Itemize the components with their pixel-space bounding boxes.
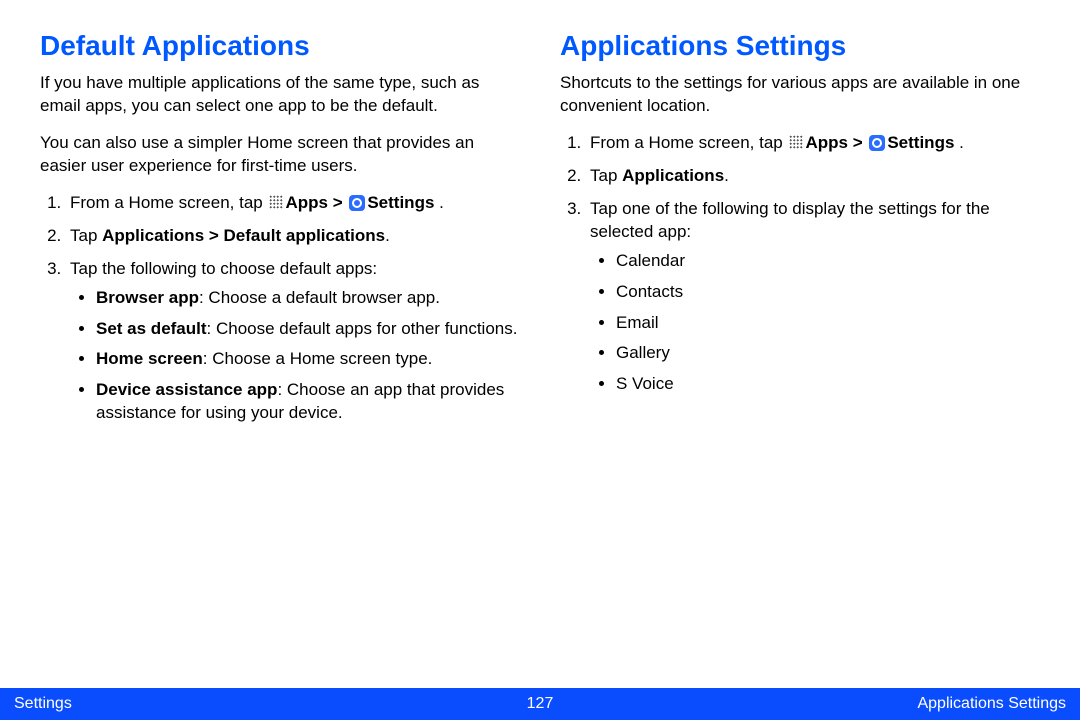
settings-gear-icon xyxy=(349,195,365,211)
paragraph: If you have multiple applications of the… xyxy=(40,72,520,118)
apps-grid-icon xyxy=(269,195,283,209)
step-item: Tap Applications > Default applications. xyxy=(66,225,520,248)
footer-right: Applications Settings xyxy=(917,695,1066,713)
step-item: Tap one of the following to display the … xyxy=(586,198,1040,397)
steps-list: From a Home screen, tap Apps > Settings … xyxy=(40,192,520,426)
list-item: Device assistance app: Choose an app tha… xyxy=(96,379,520,425)
list-item: Set as default: Choose default apps for … xyxy=(96,318,520,341)
page-body: Default Applications If you have multipl… xyxy=(0,0,1080,670)
list-item: S Voice xyxy=(616,373,1040,396)
bullet-list: Calendar Contacts Email Gallery S Voice xyxy=(590,250,1040,397)
step-item: From a Home screen, tap Apps > Settings … xyxy=(586,132,1040,155)
step-item: From a Home screen, tap Apps > Settings … xyxy=(66,192,520,215)
settings-gear-icon xyxy=(869,135,885,151)
heading-default-applications: Default Applications xyxy=(40,30,520,62)
column-left: Default Applications If you have multipl… xyxy=(40,30,520,670)
list-item: Gallery xyxy=(616,342,1040,365)
bullet-list: Browser app: Choose a default browser ap… xyxy=(70,287,520,426)
step-item: Tap the following to choose default apps… xyxy=(66,258,520,426)
list-item: Browser app: Choose a default browser ap… xyxy=(96,287,520,310)
paragraph: Shortcuts to the settings for various ap… xyxy=(560,72,1040,118)
step-item: Tap Applications. xyxy=(586,165,1040,188)
list-item: Home screen: Choose a Home screen type. xyxy=(96,348,520,371)
page-footer: Settings 127 Applications Settings xyxy=(0,688,1080,720)
paragraph: You can also use a simpler Home screen t… xyxy=(40,132,520,178)
list-item: Calendar xyxy=(616,250,1040,273)
apps-grid-icon xyxy=(789,135,803,149)
heading-applications-settings: Applications Settings xyxy=(560,30,1040,62)
list-item: Contacts xyxy=(616,281,1040,304)
steps-list: From a Home screen, tap Apps > Settings … xyxy=(560,132,1040,396)
list-item: Email xyxy=(616,312,1040,335)
column-right: Applications Settings Shortcuts to the s… xyxy=(560,30,1040,670)
footer-left: Settings xyxy=(14,695,72,713)
